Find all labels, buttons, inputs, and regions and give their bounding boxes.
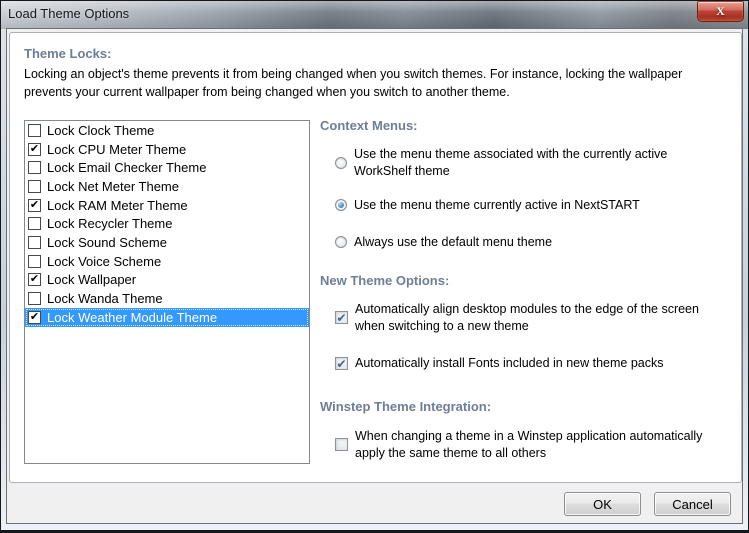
radio-option-workshelf-theme[interactable]: Use the menu theme associated with the c… xyxy=(335,146,740,179)
content-panel: Theme Locks: Locking an object's theme p… xyxy=(9,32,742,483)
list-item-label: Lock Sound Scheme xyxy=(47,235,167,250)
list-item-label: Lock Wallpaper xyxy=(47,272,136,287)
checkbox-icon[interactable] xyxy=(28,161,41,174)
checkbox-icon[interactable] xyxy=(28,292,41,305)
checkbox-icon[interactable] xyxy=(28,124,41,137)
cancel-button[interactable]: Cancel xyxy=(654,492,731,516)
context-menus-heading: Context Menus: xyxy=(320,118,418,133)
list-item-label: Lock Email Checker Theme xyxy=(47,160,206,175)
list-item-label: Lock Clock Theme xyxy=(47,123,154,138)
radio-icon[interactable] xyxy=(335,157,347,169)
checkbox-icon[interactable]: ✔ xyxy=(28,273,41,286)
checkbox-icon[interactable] xyxy=(28,217,41,230)
close-icon: X xyxy=(716,4,725,18)
list-item[interactable]: Lock Net Meter Theme xyxy=(25,177,309,196)
list-item[interactable]: Lock Email Checker Theme xyxy=(25,158,309,177)
list-item[interactable]: Lock Wanda Theme xyxy=(25,289,309,308)
list-item[interactable]: Lock Voice Scheme xyxy=(25,252,309,271)
list-item-label: Lock CPU Meter Theme xyxy=(47,142,186,157)
dialog-window: Load Theme Options X Theme Locks: Lockin… xyxy=(0,0,749,533)
list-item[interactable]: Lock Recycler Theme xyxy=(25,214,309,233)
ok-button[interactable]: OK xyxy=(564,492,641,516)
list-item[interactable]: ✔ Lock RAM Meter Theme xyxy=(25,196,309,215)
list-item[interactable]: ✔ Lock CPU Meter Theme xyxy=(25,140,309,159)
checkbox-option-apply-all[interactable]: When changing a theme in a Winstep appli… xyxy=(335,428,740,461)
new-theme-options-heading: New Theme Options: xyxy=(320,273,449,288)
close-button[interactable]: X xyxy=(697,1,744,22)
list-item[interactable]: ✔ Lock Weather Module Theme xyxy=(25,308,309,327)
theme-locks-heading: Theme Locks: xyxy=(24,46,111,61)
checkbox-icon[interactable] xyxy=(28,255,41,268)
radio-option-default-menu[interactable]: Always use the default menu theme xyxy=(335,234,740,251)
radio-label: Always use the default menu theme xyxy=(354,234,552,251)
radio-label: Use the menu theme currently active in N… xyxy=(354,197,640,214)
checkbox-option-align-modules[interactable]: ✔ Automatically align desktop modules to… xyxy=(335,301,740,334)
list-item[interactable]: Lock Sound Scheme xyxy=(25,233,309,252)
window-title: Load Theme Options xyxy=(8,1,129,27)
checkbox-icon[interactable]: ✔ xyxy=(335,357,348,370)
checkbox-icon[interactable] xyxy=(28,180,41,193)
title-bar[interactable]: Load Theme Options X xyxy=(1,1,748,29)
checkbox-label: When changing a theme in a Winstep appli… xyxy=(355,428,702,461)
checkbox-label: Automatically align desktop modules to t… xyxy=(355,301,699,334)
checkbox-icon[interactable]: ✔ xyxy=(28,311,41,324)
theme-locks-description: Locking an object's theme prevents it fr… xyxy=(24,65,736,101)
checkbox-icon[interactable]: ✔ xyxy=(28,199,41,212)
list-item[interactable]: ✔ Lock Wallpaper xyxy=(25,271,309,290)
list-item-label: Lock RAM Meter Theme xyxy=(47,198,188,213)
winstep-integration-heading: Winstep Theme Integration: xyxy=(320,399,491,414)
list-item-label: Lock Wanda Theme xyxy=(47,291,163,306)
client-area: Theme Locks: Locking an object's theme p… xyxy=(7,29,742,523)
list-item[interactable]: Lock Clock Theme xyxy=(25,121,309,140)
list-item-label: Lock Voice Scheme xyxy=(47,254,161,269)
radio-icon[interactable] xyxy=(335,199,347,211)
checkbox-label: Automatically install Fonts included in … xyxy=(355,355,663,372)
theme-locks-listbox[interactable]: Lock Clock Theme ✔ Lock CPU Meter Theme Loc… xyxy=(24,120,310,464)
checkbox-option-install-fonts[interactable]: ✔ Automatically install Fonts included i… xyxy=(335,355,740,372)
checkbox-icon[interactable] xyxy=(28,236,41,249)
radio-icon[interactable] xyxy=(335,236,347,248)
checkbox-icon[interactable] xyxy=(335,438,348,451)
radio-option-nextstart[interactable]: Use the menu theme currently active in N… xyxy=(335,197,740,214)
checkbox-icon[interactable]: ✔ xyxy=(335,311,348,324)
checkbox-icon[interactable]: ✔ xyxy=(28,143,41,156)
radio-label: Use the menu theme associated with the c… xyxy=(354,146,667,179)
list-item-label: Lock Recycler Theme xyxy=(47,216,172,231)
list-item-label: Lock Net Meter Theme xyxy=(47,179,179,194)
list-item-label: Lock Weather Module Theme xyxy=(47,310,217,325)
